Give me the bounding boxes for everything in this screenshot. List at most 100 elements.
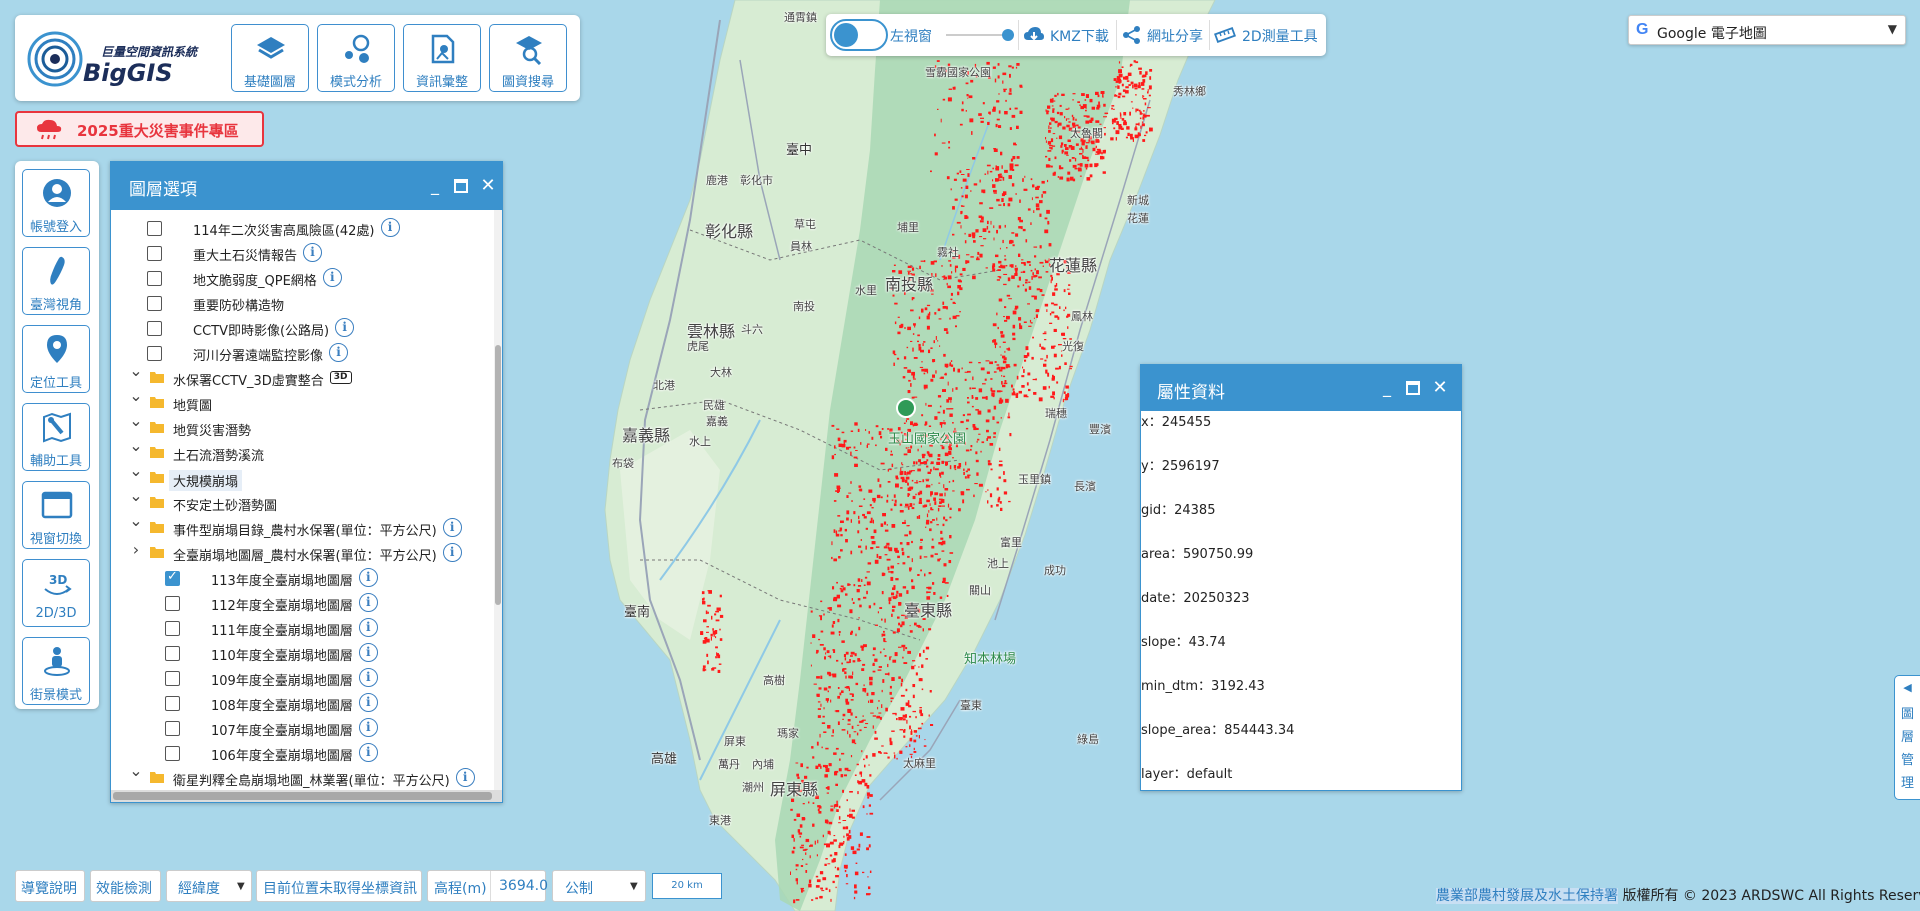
info-icon[interactable]: i xyxy=(358,743,378,762)
chevron-down-icon[interactable]: ⌄ xyxy=(129,513,143,529)
locate-tool-button[interactable]: 定位工具 xyxy=(22,325,90,393)
info-icon[interactable]: i xyxy=(303,243,323,262)
menu-map-search-button[interactable]: 圖資搜尋 xyxy=(489,24,567,92)
basemap-select[interactable]: G Google 電子地圖 ▼ xyxy=(1628,15,1906,45)
info-icon[interactable]: i xyxy=(329,343,349,362)
layer-checkbox[interactable] xyxy=(165,671,180,686)
opacity-slider-knob[interactable] xyxy=(1002,29,1014,41)
menu-model-analysis-button[interactable]: 模式分析 xyxy=(317,24,395,92)
maximize-icon[interactable] xyxy=(451,176,471,196)
kmz-download-button[interactable]: KMZ下載 xyxy=(1050,26,1109,46)
layer-checkbox[interactable] xyxy=(147,346,162,361)
left-window-label[interactable]: 左視窗 xyxy=(890,26,932,46)
chevron-down-icon[interactable]: ⌄ xyxy=(129,413,143,429)
layer-folder-row[interactable]: ⌄ 地質災害潛勢 xyxy=(111,413,488,440)
toggle-2d-3d-button[interactable]: 3D 2D/3D xyxy=(22,559,90,627)
layer-checkbox[interactable] xyxy=(165,646,180,661)
layer-folder-row[interactable]: ⌄ 土石流潛勢溪流 xyxy=(111,438,488,465)
info-icon[interactable]: i xyxy=(358,593,378,612)
agency-link[interactable]: 農業部農村發展及水土保持署 xyxy=(1436,888,1618,904)
close-icon[interactable]: ✕ xyxy=(478,176,498,196)
layer-folder-row[interactable]: › 全臺崩塌地圖層_農村水保署(單位：平方公尺) i xyxy=(111,540,488,565)
layer-item-row[interactable]: 110年度全臺崩塌地圖層 i xyxy=(111,640,488,665)
layer-item-row[interactable]: 重大土石災情報告 i xyxy=(111,240,488,265)
info-icon[interactable]: i xyxy=(358,693,378,712)
info-icon[interactable]: i xyxy=(442,543,462,562)
aux-tools-button[interactable]: 輔助工具 xyxy=(22,403,90,471)
layer-scrollbar[interactable] xyxy=(494,210,502,790)
chevron-down-icon[interactable]: ⌄ xyxy=(129,488,143,504)
layer-item-row[interactable]: 重要防砂構造物 xyxy=(111,290,488,315)
layer-folder-row[interactable]: ⌄ 不安定土砂潛勢圖 xyxy=(111,488,488,515)
layer-item-row[interactable]: 107年度全臺崩塌地圖層 i xyxy=(111,715,488,740)
info-icon[interactable]: i xyxy=(380,218,400,237)
guide-button[interactable]: 導覽說明 xyxy=(15,870,85,902)
url-share-button[interactable]: 網址分享 xyxy=(1147,26,1203,46)
disaster-zone-button[interactable]: 2025重大災害事件專區 xyxy=(15,111,264,147)
layer-checkbox[interactable] xyxy=(147,271,162,286)
layer-checkbox[interactable] xyxy=(147,321,162,336)
layer-checkbox[interactable] xyxy=(147,296,162,311)
chevron-down-icon[interactable]: ⌄ xyxy=(129,388,143,404)
left-window-toggle[interactable] xyxy=(830,19,888,51)
login-button[interactable]: 帳號登入 xyxy=(22,169,90,237)
info-icon[interactable]: i xyxy=(442,518,462,537)
layer-scrollbar-horizontal[interactable] xyxy=(111,790,502,802)
ruler-icon[interactable] xyxy=(1214,25,1236,45)
info-icon[interactable]: i xyxy=(455,768,475,787)
scrollbar-thumb[interactable] xyxy=(113,792,492,800)
layer-folder-row[interactable]: ⌄ 水保署CCTV_3D虛實整合 3D xyxy=(111,363,488,390)
minimize-icon[interactable]: _ xyxy=(1377,378,1397,398)
layer-item-row[interactable]: 109年度全臺崩塌地圖層 i xyxy=(111,665,488,690)
layer-checkbox[interactable] xyxy=(165,746,180,761)
layer-item-row[interactable]: CCTV即時影像(公路局) i xyxy=(111,315,488,340)
biggis-logo[interactable]: 巨量空間資訊系統 BigGIS xyxy=(25,21,225,95)
menu-basic-layers-button[interactable]: 基礎圖層 xyxy=(231,24,309,92)
window-switch-button[interactable]: 視窗切換 xyxy=(22,481,90,549)
layer-checkbox[interactable] xyxy=(165,569,180,586)
menu-info-summary-button[interactable]: 資訊彙整 xyxy=(403,24,481,92)
chevron-down-icon[interactable]: ⌄ xyxy=(129,463,143,479)
chevron-down-icon[interactable]: ⌄ xyxy=(129,438,143,454)
layer-checkbox[interactable] xyxy=(165,621,180,636)
street-view-button[interactable]: 街景模式 xyxy=(22,637,90,705)
attribute-panel-header[interactable]: 屬性資料 _ ✕ xyxy=(1141,365,1461,411)
layer-item-row[interactable]: 河川分署遠端監控影像 i xyxy=(111,340,488,365)
close-icon[interactable]: ✕ xyxy=(1430,378,1450,398)
layer-item-row[interactable]: 地文脆弱度_QPE網格 i xyxy=(111,265,488,290)
layer-folder-row[interactable]: ⌄ 大規模崩塌 xyxy=(111,463,488,491)
scrollbar-thumb[interactable] xyxy=(495,345,501,605)
layer-checkbox[interactable] xyxy=(165,696,180,711)
info-icon[interactable]: i xyxy=(335,318,355,337)
cloud-download-icon[interactable] xyxy=(1023,25,1045,45)
measure-2d-button[interactable]: 2D測量工具 xyxy=(1242,26,1318,46)
layer-item-row[interactable]: 113年度全臺崩塌地圖層 i xyxy=(111,565,488,590)
layer-tree[interactable]: 114年二次災害高風險區(42處) i 重大土石災情報告 i 地文脆弱度_QPE網格 i 重… xyxy=(111,210,502,790)
coordinate-type-select[interactable]: 經緯度 ▼ xyxy=(166,870,252,902)
layer-folder-row[interactable]: ⌄ 事件型崩塌目錄_農村水保署(單位：平方公尺) i xyxy=(111,513,488,540)
layer-checkbox[interactable] xyxy=(147,221,162,236)
layer-item-row[interactable]: 114年二次災害高風險區(42處) i xyxy=(111,215,488,240)
layer-management-tab[interactable]: ◀ 圖 層 管 理 xyxy=(1894,675,1920,800)
performance-check-button[interactable]: 效能檢測 xyxy=(90,870,161,902)
layer-folder-row[interactable]: ⌄ 衛星判釋全島崩塌地圖_林業署(單位：平方公尺) i xyxy=(111,763,488,790)
taiwan-view-button[interactable]: 臺灣視角 xyxy=(22,247,90,315)
layer-item-row[interactable]: 111年度全臺崩塌地圖層 i xyxy=(111,615,488,640)
layer-checkbox[interactable] xyxy=(147,246,162,261)
layer-folder-row[interactable]: ⌄ 地質圖 xyxy=(111,388,488,415)
layer-checkbox[interactable] xyxy=(165,596,180,611)
info-icon[interactable]: i xyxy=(358,718,378,737)
layer-item-row[interactable]: 106年度全臺崩塌地圖層 i xyxy=(111,740,488,765)
layer-item-row[interactable]: 112年度全臺崩塌地圖層 i xyxy=(111,590,488,615)
maximize-icon[interactable] xyxy=(1403,378,1423,398)
info-icon[interactable]: i xyxy=(358,643,378,662)
info-icon[interactable]: i xyxy=(358,668,378,687)
opacity-slider-track[interactable] xyxy=(946,34,1008,36)
minimize-icon[interactable]: _ xyxy=(425,176,445,196)
info-icon[interactable]: i xyxy=(358,568,378,587)
layer-panel-header[interactable]: 圖層選項 _ ✕ xyxy=(111,162,502,210)
info-icon[interactable]: i xyxy=(358,618,378,637)
chevron-down-icon[interactable]: ⌄ xyxy=(129,363,143,379)
layer-item-row[interactable]: 108年度全臺崩塌地圖層 i xyxy=(111,690,488,715)
unit-select[interactable]: 公制 ▼ xyxy=(552,870,646,902)
